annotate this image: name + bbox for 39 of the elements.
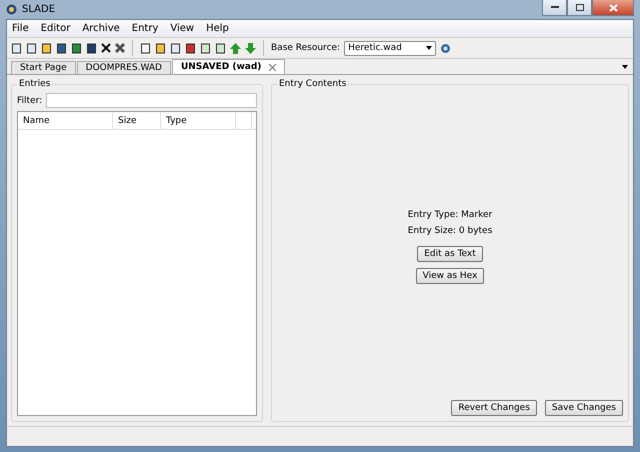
close-all-icon[interactable] bbox=[115, 43, 125, 53]
action-button[interactable]: Edit as Text bbox=[417, 246, 483, 262]
entry-size-text: Entry Size: 0 bytes bbox=[408, 226, 492, 236]
panel-title: Entries bbox=[18, 79, 52, 89]
column-header[interactable]: Size bbox=[113, 112, 161, 129]
close-icon bbox=[608, 4, 618, 12]
base-resource-dropdown[interactable]: Heretic.wad bbox=[344, 40, 436, 56]
column-header[interactable]: Type bbox=[161, 112, 236, 129]
menu-item[interactable]: Archive bbox=[82, 23, 120, 34]
action-button[interactable]: Save Changes bbox=[544, 400, 623, 416]
maximize-icon bbox=[576, 4, 584, 11]
menu-item[interactable]: File bbox=[12, 23, 29, 34]
menu-item[interactable]: View bbox=[170, 23, 194, 34]
maximize-button[interactable] bbox=[567, 0, 592, 16]
close-button[interactable] bbox=[592, 0, 634, 16]
menu-item[interactable]: Help bbox=[206, 23, 229, 34]
tab[interactable]: Start Page bbox=[11, 61, 76, 74]
entry-type-text: Entry Type: Marker bbox=[408, 210, 492, 220]
base-resource-label: Base Resource: bbox=[271, 43, 340, 53]
action-button[interactable]: Revert Changes bbox=[451, 400, 537, 416]
minimize-icon bbox=[550, 6, 558, 9]
caret-icon bbox=[426, 46, 432, 50]
close-icon[interactable] bbox=[101, 43, 111, 53]
column-header[interactable]: Name bbox=[18, 112, 113, 129]
up-arrow-icon[interactable] bbox=[230, 42, 241, 54]
entry-list[interactable]: Name Size Type bbox=[17, 111, 257, 416]
menu-item[interactable]: Editor bbox=[40, 23, 70, 34]
panel-title: Entry Contents bbox=[278, 79, 348, 89]
action-button[interactable]: View as Hex bbox=[416, 268, 484, 284]
minimize-button[interactable] bbox=[542, 0, 567, 16]
filter-label: Filter: bbox=[17, 96, 42, 106]
window-title: SLADE bbox=[22, 4, 56, 15]
app-logo-icon bbox=[6, 4, 17, 15]
tab[interactable]: DOOMPRES.WAD bbox=[76, 61, 171, 74]
menu-item[interactable]: Entry bbox=[132, 23, 158, 34]
dropdown-arrow-icon[interactable] bbox=[622, 65, 628, 69]
down-arrow-icon[interactable] bbox=[245, 42, 256, 54]
tab[interactable]: UNSAVED (wad) bbox=[172, 59, 286, 74]
filter-field[interactable] bbox=[46, 93, 257, 108]
